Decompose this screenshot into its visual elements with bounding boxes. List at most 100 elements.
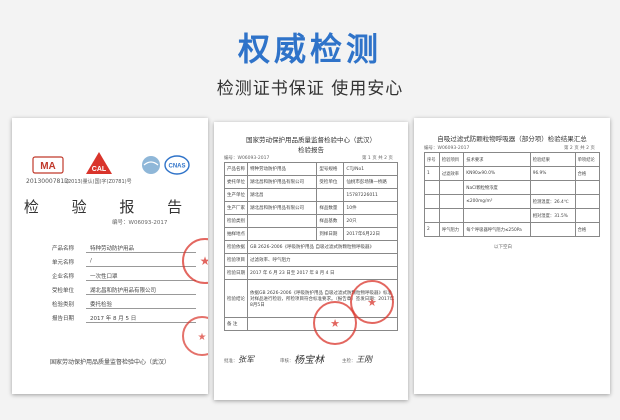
table-cell [438, 194, 465, 209]
field-label: 报告日期 [52, 316, 75, 322]
table-cell: 96.9% [529, 166, 576, 181]
approver-label: 批准： [224, 359, 238, 364]
table-cell [424, 180, 440, 195]
table-cell: 产品名称 [224, 162, 248, 176]
table-cell [438, 180, 465, 195]
page-number: 第 2 页 共 2 页 [564, 146, 595, 151]
results-title: 自吸过滤式防颗粒物呼吸器（部分项）检验结果汇总 [437, 135, 587, 143]
svg-text:★: ★ [330, 317, 340, 330]
table-cell: 抽样地点 [224, 227, 248, 241]
reviewer-signature: 杨宝林 [294, 355, 324, 366]
field-label: 单元名称 [52, 260, 75, 266]
inspector-signature: 王刚 [356, 355, 372, 364]
page-number: 第 1 页 共 2 页 [362, 156, 393, 161]
svg-text:CAL: CAL [92, 166, 107, 173]
page-title: 权威检测 [237, 30, 382, 68]
table-row: 产品名称 特种劳动防护用品 型号规格 CTJ/No1 [224, 162, 398, 176]
table-cell: 过滤效率、呼气阻力 [247, 253, 398, 267]
cal-subtext: (2013)量认(国)字(Z0781)号 [66, 179, 132, 185]
table-cell: 1 [424, 166, 440, 181]
accreditation-logos: MA CAL CNAS 2013000781D (2013)量认(国)字(Z07… [26, 152, 196, 194]
svg-text:★: ★ [200, 254, 208, 268]
table-cell [574, 180, 601, 195]
certificate-title: 检 验 报 告 [23, 198, 197, 216]
table-cell: GB 2626-2006《呼吸防护用品 自吸过滤式防颗粒物呼吸器》 [247, 240, 398, 254]
report-organization: 国家劳动保护用品质量监督检验中心（武汉） [246, 136, 376, 144]
table-cell [246, 214, 318, 228]
table-cell: 2017年6月22日 [343, 227, 398, 241]
table-cell: 每个呼吸器呼气阻力≤250Pa [463, 222, 531, 237]
inspector-label: 主检： [342, 359, 356, 364]
blank-note: 以下空白 [494, 245, 512, 250]
table-cell: 检验类别 [224, 214, 248, 228]
table-cell [424, 194, 440, 209]
report-number: 编号：W06093-2017 [224, 156, 270, 161]
table-cell: 20只 [343, 214, 398, 228]
field-label: 检验类别 [52, 302, 75, 308]
field-label: 受检单位 [52, 288, 75, 294]
certificate-cover-page: MA CAL CNAS 2013000781D (2013)量认(国)字(Z07… [12, 118, 208, 394]
table-row: 生产单位 湖北昌 15787226011 [224, 188, 398, 202]
field-label: 企业名称 [52, 274, 75, 280]
table-cell: 过滤效率 [438, 166, 465, 181]
table-cell: 检验依据 [224, 240, 248, 254]
table-cell: 15787226011 [343, 188, 398, 202]
table-cell [529, 180, 576, 195]
table-cell: 2 [424, 222, 440, 237]
table-cell: 检验项目 [224, 253, 248, 267]
report-number: 编号：W06093-2017 [424, 146, 470, 151]
svg-text:★: ★ [198, 332, 207, 343]
table-row: 2 呼气阻力 每个呼吸器呼气阻力≤250Pa 合格 [424, 222, 601, 237]
results-table: 序号 检验项目 技术要求 检验结果 单项结论 1 过滤效率 KN90≥90.0% 96.9% 合格… [424, 152, 601, 237]
official-stamp-icon: ★ [182, 316, 208, 356]
table-cell: 湖北昌和防护用品有限公司 [246, 175, 318, 189]
table-cell: 样品数量 [316, 201, 345, 215]
table-cell: 型号规格 [316, 162, 345, 176]
table-cell: NaCl颗粒物浓度 [463, 180, 531, 195]
field-value: 委托检验 [86, 300, 196, 309]
table-cell [574, 208, 601, 223]
column-header: 检验结果 [529, 152, 576, 167]
column-header: 检验项目 [438, 152, 465, 167]
report-subtitle: 检验报告 [298, 146, 324, 154]
column-header: 序号 [424, 152, 440, 167]
table-row: NaCl颗粒物浓度 [424, 180, 601, 195]
table-cell: 生产单位 [224, 188, 248, 202]
table-cell: 检测温度：26.4℃ [529, 194, 576, 209]
table-cell: 湖北昌 [246, 188, 318, 202]
page-subtitle: 检测证书保证 使用安心 [216, 79, 404, 99]
table-row: 相对湿度：31.5% [424, 208, 601, 223]
cnas-logo-icon: CNAS [164, 155, 190, 175]
field-value: 湖北昌和防护用品有限公司 [86, 286, 196, 295]
column-header: 单项结论 [574, 152, 601, 167]
info-row: 受检单位 湖北昌和防护用品有限公司 [52, 286, 202, 298]
cal-logo-icon: CAL [86, 152, 112, 174]
table-cell [463, 208, 531, 223]
reviewer-label: 审核： [280, 359, 294, 364]
table-cell: 备 注 [224, 317, 248, 331]
ma-logo-icon: MA [32, 156, 64, 174]
table-cell: KN90≥90.0% [463, 166, 531, 181]
table-cell: 受检单位 [316, 175, 345, 189]
table-cell: 到样日期 [316, 227, 345, 241]
table-row: 检验项目 过滤效率、呼气阻力 [224, 253, 398, 267]
info-row: 检验类别 委托检验 [52, 300, 202, 312]
results-summary-page: 自吸过滤式防颗粒物呼吸器（部分项）检验结果汇总 编号：W06093-2017 第… [414, 118, 610, 394]
table-row: 检验类别 样品基数 20只 [224, 214, 398, 228]
table-cell: 检验结论 [224, 279, 248, 318]
svg-text:MA: MA [40, 161, 56, 172]
table-cell: 生产厂家 [224, 201, 248, 215]
table-cell: CTJ/No1 [343, 162, 398, 176]
table-row: 抽样地点 到样日期 2017年6月22日 [224, 227, 398, 241]
table-cell: 合格 [574, 222, 601, 237]
table-cell: 委托单位 [224, 175, 248, 189]
issuing-organization: 国家劳动保护用品质量监督检验中心（武汉） [49, 359, 170, 366]
svg-text:CNAS: CNAS [168, 164, 185, 170]
table-cell [246, 227, 318, 241]
field-label: 产品名称 [52, 246, 75, 252]
svg-text:★: ★ [367, 296, 377, 309]
table-row: 生产厂家 湖北昌和防护用品有限公司 样品数量 10件 [224, 201, 398, 215]
table-cell [316, 188, 345, 202]
table-cell: 合格 [574, 166, 601, 181]
column-header: 技术要求 [463, 152, 531, 167]
